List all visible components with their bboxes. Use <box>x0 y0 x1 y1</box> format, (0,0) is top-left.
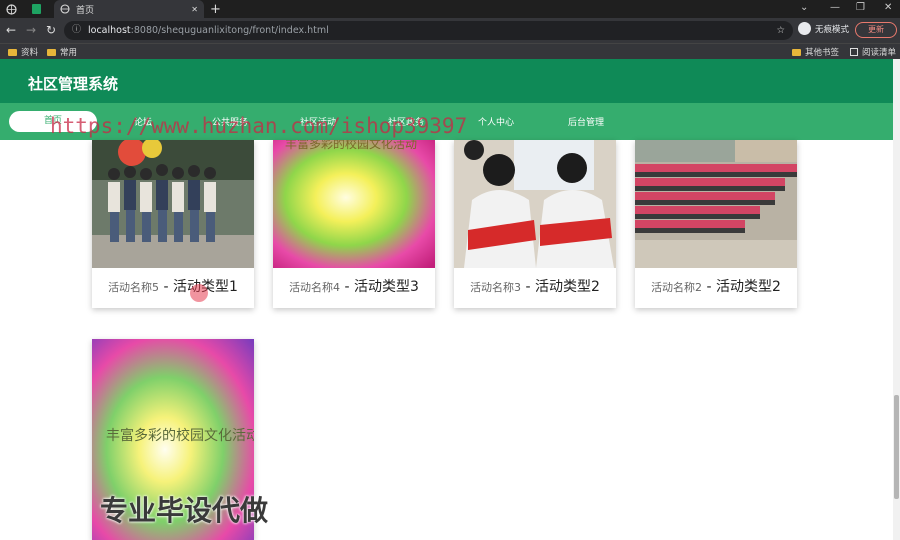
app-tab-icon[interactable] <box>32 0 46 18</box>
folder-icon <box>792 48 801 56</box>
bookmark-folder-changyong[interactable]: 常用 <box>47 46 77 58</box>
url-host: localhost <box>88 25 131 36</box>
url-watermark: https://www.huzhan.com/ishop39397 <box>50 114 468 138</box>
info-icon[interactable]: ⓘ <box>72 21 81 40</box>
activity-grid: 活动名称5 - 活动类型1 丰富多彩的校园文化活动 活动名称4 - 活动类型3 <box>0 140 893 540</box>
poster-title: 丰富多彩的校园文化活动 <box>285 140 417 151</box>
reading-list-icon <box>850 48 858 56</box>
close-tab-icon[interactable]: ✕ <box>191 5 198 14</box>
mouse-cursor <box>190 284 208 302</box>
activity-card[interactable]: 活动名称5 - 活动类型1 <box>92 140 254 308</box>
site-title: 社区管理系统 <box>28 75 119 93</box>
activity-photo <box>454 140 616 268</box>
star-icon[interactable]: ☆ <box>776 21 785 40</box>
update-button[interactable]: 更新 <box>855 22 897 38</box>
browser-tab-strip: 首页 ✕ + ⌄ — ❐ ✕ <box>0 0 900 18</box>
tab-search-icon[interactable]: ⌄ <box>800 2 808 13</box>
activity-photo <box>635 140 797 268</box>
other-bookmarks[interactable]: 其他书签 <box>792 46 839 58</box>
folder-icon <box>47 48 56 56</box>
new-tab-button[interactable]: + <box>210 0 221 18</box>
reading-list-label: 阅读清单 <box>862 48 897 58</box>
bookmark-label: 资料 <box>21 48 39 58</box>
activity-card[interactable]: 活动名称2 - 活动类型2 <box>635 140 797 308</box>
other-bookmarks-label: 其他书签 <box>805 48 840 58</box>
activity-caption: 活动名称5 - 活动类型1 <box>108 279 238 295</box>
activity-caption: 活动名称2 - 活动类型2 <box>651 279 781 295</box>
nav-personal-center[interactable]: 个人中心 <box>478 115 514 128</box>
activity-caption: 活动名称4 - 活动类型3 <box>289 279 419 295</box>
back-icon[interactable]: ← <box>6 23 16 37</box>
activity-photo <box>92 140 254 268</box>
activity-card[interactable]: 丰富多彩的校园文化活动 活动名称4 - 活动类型3 <box>273 140 435 308</box>
site-header: 社区管理系统 <box>0 59 893 103</box>
promo-watermark: 专业毕设代做 <box>100 494 269 527</box>
page-scrollbar[interactable] <box>893 59 900 540</box>
url-path: :8080/shequguanlixitong/front/index.html <box>130 25 329 36</box>
window-close-icon[interactable]: ✕ <box>884 2 892 13</box>
scrollbar-thumb[interactable] <box>894 395 899 499</box>
folder-icon <box>8 48 17 56</box>
inactive-tab-icon[interactable] <box>6 0 24 18</box>
active-tab[interactable]: 首页 ✕ <box>54 0 204 18</box>
active-tab-label: 首页 <box>76 5 95 16</box>
restore-icon[interactable]: ❐ <box>856 2 865 13</box>
incognito-indicator[interactable]: 无痕模式 <box>798 22 849 35</box>
bookmark-folder-ziliao[interactable]: 资料 <box>8 46 38 58</box>
globe-icon <box>60 4 70 14</box>
bookmarks-bar: 资料 常用 其他书签 阅读清单 <box>0 43 900 59</box>
reload-icon[interactable]: ↻ <box>46 23 56 37</box>
forward-icon[interactable]: → <box>26 23 36 37</box>
bookmark-label: 常用 <box>60 48 78 58</box>
activity-caption: 活动名称3 - 活动类型2 <box>470 279 600 295</box>
activity-card[interactable]: 活动名称3 - 活动类型2 <box>454 140 616 308</box>
incognito-icon <box>798 22 811 35</box>
minimize-icon[interactable]: — <box>830 2 840 13</box>
address-input[interactable]: ⓘ localhost:8080/shequguanlixitong/front… <box>64 21 793 40</box>
activity-poster: 丰富多彩的校园文化活动 <box>273 140 435 268</box>
nav-admin[interactable]: 后台管理 <box>568 115 604 128</box>
poster-title: 丰富多彩的校园文化活动 <box>106 427 254 444</box>
incognito-label: 无痕模式 <box>815 24 850 35</box>
reading-list[interactable]: 阅读清单 <box>850 46 896 58</box>
address-toolbar: ← → ↻ ⓘ localhost:8080/shequguanlixitong… <box>0 18 900 43</box>
